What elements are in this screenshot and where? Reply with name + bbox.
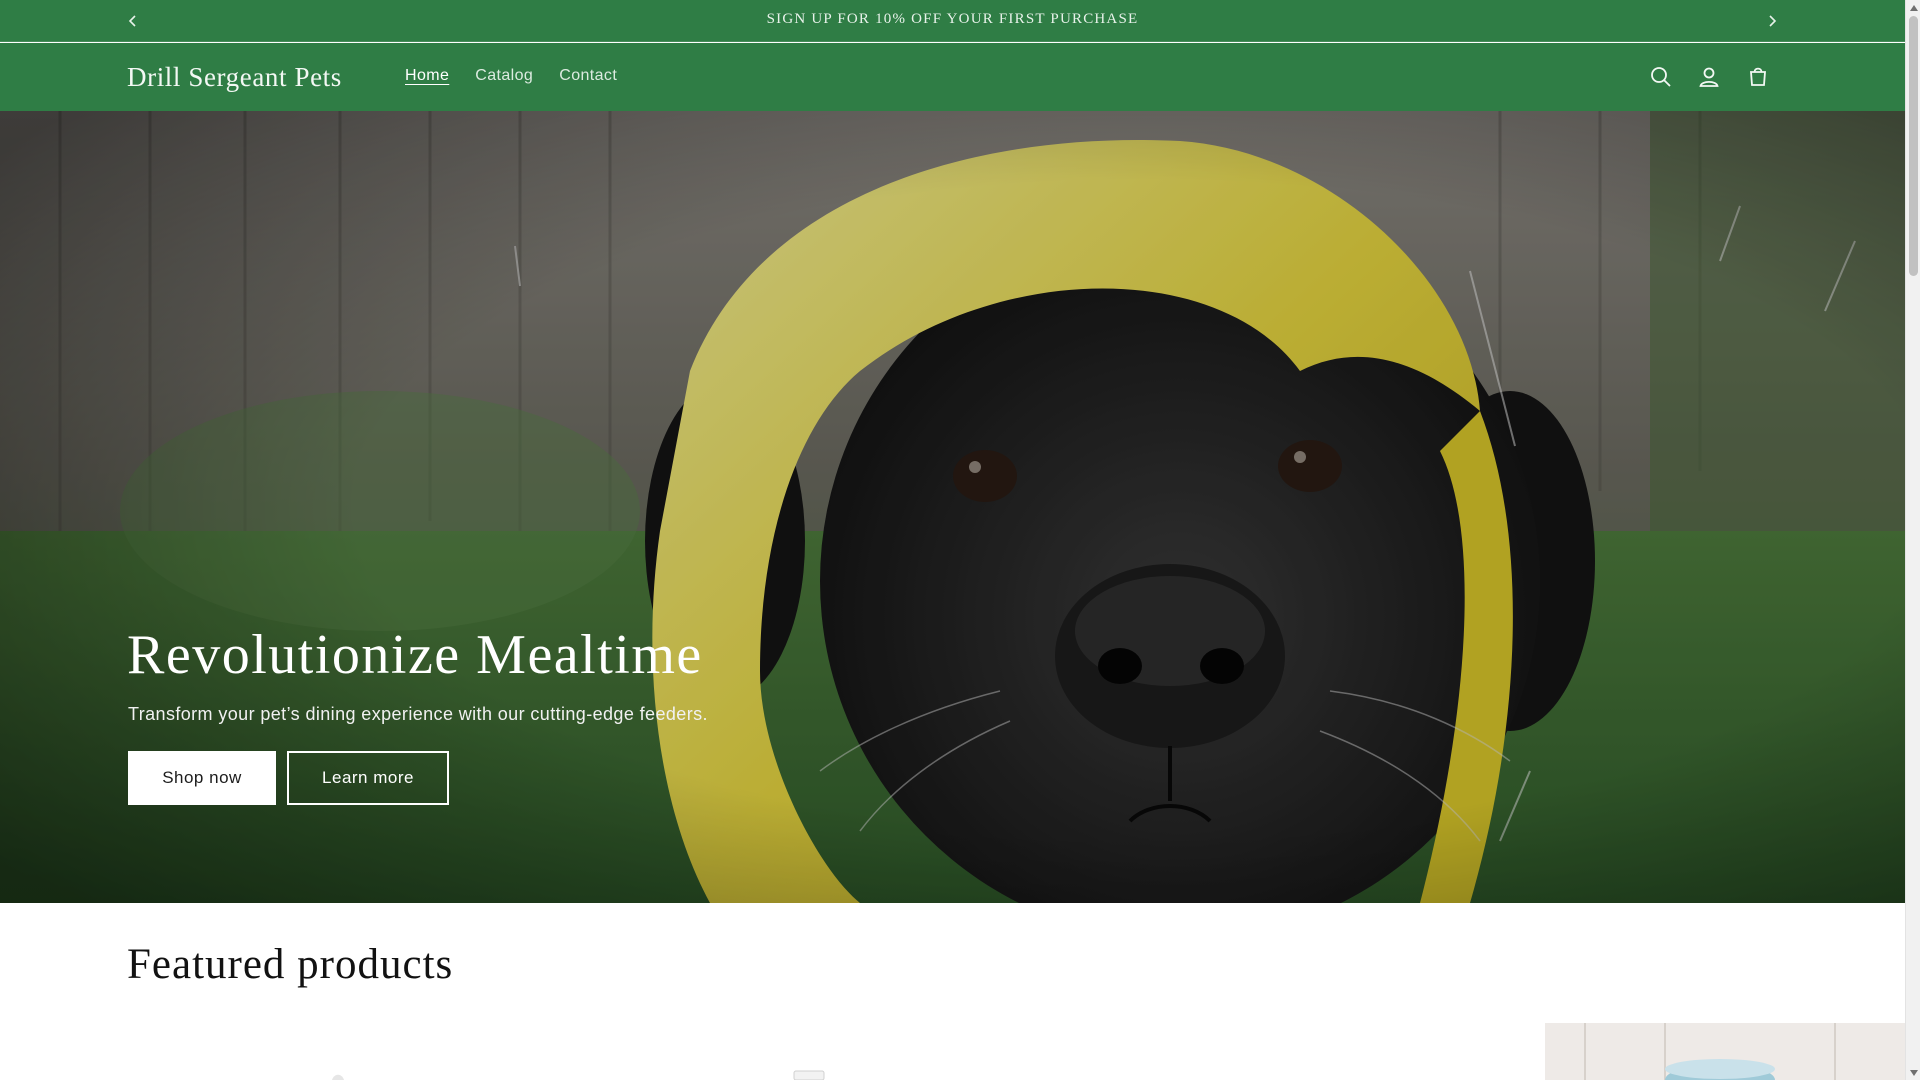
page: SIGN UP FOR 10% OFF YOUR FIRST PURCHASE … (0, 0, 1905, 1080)
account-icon (1699, 67, 1719, 87)
account-button[interactable] (1694, 62, 1724, 92)
hero-banner: Revolutionize Mealtime Transform your pe… (0, 111, 1905, 903)
scrollbar-thumb[interactable] (1909, 16, 1918, 276)
announcement-next-button[interactable] (1761, 10, 1783, 32)
hero-title: Revolutionize Mealtime (127, 624, 703, 686)
featured-products-heading: Featured products (127, 941, 454, 988)
cart-icon (1750, 67, 1766, 86)
scroll-down-arrow-icon[interactable] (1909, 1068, 1918, 1077)
scroll-up-arrow-icon[interactable] (1909, 3, 1918, 12)
hero-overlay (0, 111, 1905, 903)
announcement-bar: SIGN UP FOR 10% OFF YOUR FIRST PURCHASE (0, 0, 1905, 42)
nav-home[interactable]: Home (405, 67, 449, 85)
main-nav: Home Catalog Contact (405, 67, 617, 85)
learn-more-button[interactable]: Learn more (287, 751, 449, 805)
nav-contact[interactable]: Contact (559, 67, 617, 85)
product-image-1[interactable] (330, 1070, 346, 1080)
search-button[interactable] (1646, 62, 1676, 92)
chevron-right-icon (1769, 15, 1777, 27)
nav-catalog[interactable]: Catalog (475, 67, 533, 85)
search-icon (1651, 67, 1671, 87)
page-scrollbar[interactable] (1905, 0, 1920, 1080)
product-image-3[interactable] (1545, 1023, 1905, 1080)
store-logo[interactable]: Drill Sergeant Pets (127, 62, 342, 93)
site-header: Drill Sergeant Pets Home Catalog Contact (0, 43, 1905, 111)
announcement-text: SIGN UP FOR 10% OFF YOUR FIRST PURCHASE (766, 11, 1139, 27)
hero-subtitle: Transform your pet’s dining experience w… (128, 704, 708, 724)
cart-button[interactable] (1743, 62, 1773, 92)
product-image-2[interactable] (792, 1070, 826, 1080)
shop-now-button[interactable]: Shop now (128, 751, 276, 805)
